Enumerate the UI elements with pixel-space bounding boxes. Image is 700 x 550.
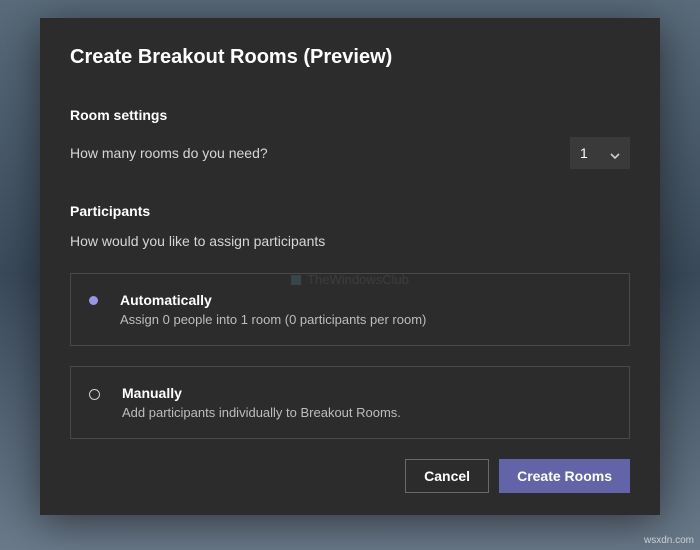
room-count-prompt: How many rooms do you need? — [70, 145, 268, 161]
radio-unselected-icon — [89, 389, 100, 400]
option-desc-automatically: Assign 0 people into 1 room (0 participa… — [120, 312, 426, 327]
radio-selected-icon — [89, 296, 98, 305]
breakout-rooms-dialog: Create Breakout Rooms (Preview) Room set… — [40, 18, 660, 515]
room-count-select[interactable]: 1 — [570, 137, 630, 169]
radio-automatically[interactable] — [89, 292, 98, 305]
option-desc-manually: Add participants individually to Breakou… — [122, 405, 401, 420]
room-settings-label: Room settings — [70, 107, 630, 123]
radio-manually[interactable] — [89, 385, 100, 400]
option-automatically[interactable]: Automatically Assign 0 people into 1 roo… — [70, 273, 630, 346]
chevron-down-icon — [610, 148, 620, 158]
dialog-title: Create Breakout Rooms (Preview) — [70, 46, 630, 69]
option-body: Automatically Assign 0 people into 1 roo… — [120, 292, 426, 327]
participants-label: Participants — [70, 203, 630, 219]
cancel-button[interactable]: Cancel — [405, 459, 489, 493]
option-title-automatically: Automatically — [120, 292, 426, 308]
option-body: Manually Add participants individually t… — [122, 385, 401, 420]
dialog-footer: Cancel Create Rooms — [70, 459, 630, 493]
option-title-manually: Manually — [122, 385, 401, 401]
room-count-value: 1 — [580, 145, 588, 161]
create-rooms-button[interactable]: Create Rooms — [499, 459, 630, 493]
option-manually[interactable]: Manually Add participants individually t… — [70, 366, 630, 439]
participants-prompt: How would you like to assign participant… — [70, 233, 630, 249]
room-count-row: How many rooms do you need? 1 — [70, 137, 630, 169]
source-tag: wsxdn.com — [644, 535, 694, 546]
